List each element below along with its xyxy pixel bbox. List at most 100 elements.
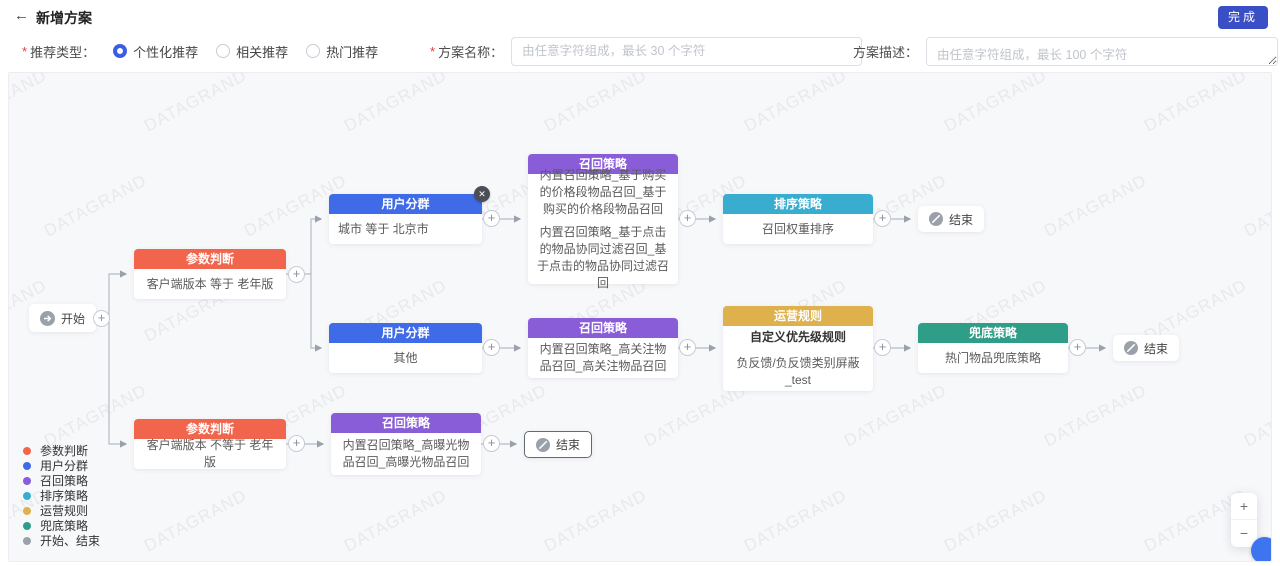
- radio-hot[interactable]: 热门推荐: [306, 42, 378, 61]
- node-title: 召回策略: [331, 413, 481, 433]
- flow-node-segment-2[interactable]: 用户分群 其他: [329, 323, 482, 373]
- radio-unselected-icon[interactable]: [306, 44, 320, 58]
- top-bar: ← 新增方案 完成: [0, 0, 1280, 32]
- end-icon: [1124, 341, 1138, 355]
- flow-node-rule-1[interactable]: 运营规则 自定义优先级规则 负反馈/负反馈类别屏蔽_test: [723, 306, 873, 391]
- legend-item: 参数判断: [23, 443, 100, 458]
- radio-related[interactable]: 相关推荐: [216, 42, 288, 61]
- plan-desc-textarea[interactable]: [926, 37, 1278, 66]
- flow-node-recall-2[interactable]: 召回策略 内置召回策略_高关注物品召回_高关注物品召回: [528, 318, 678, 378]
- legend-dot: [23, 507, 31, 515]
- node-body: 客户端版本 等于 老年版: [134, 269, 286, 299]
- add-node-button[interactable]: +: [874, 339, 891, 356]
- radio-label: 个性化推荐: [133, 42, 198, 61]
- radio-unselected-icon[interactable]: [216, 44, 230, 58]
- legend-dot: [23, 447, 31, 455]
- flow-node-sort-1[interactable]: 排序策略 召回权重排序: [723, 194, 873, 244]
- rule-detail: 负反馈/负反馈类别屏蔽_test: [732, 355, 864, 389]
- plan-form: * 推荐类型： 个性化推荐 相关推荐 热门推荐 * 方案名称： 方案描述：: [0, 32, 1280, 70]
- flow-node-param-2[interactable]: 参数判断 客户端版本 不等于 老年版: [134, 419, 286, 469]
- add-node-button[interactable]: +: [483, 435, 500, 452]
- node-title: 排序策略: [723, 194, 873, 214]
- done-button[interactable]: 完成: [1218, 6, 1268, 29]
- add-node-button[interactable]: +: [679, 339, 696, 356]
- end-label: 结束: [949, 211, 973, 228]
- end-node-1[interactable]: 结束: [918, 206, 984, 232]
- node-body: 客户端版本 不等于 老年版: [134, 439, 286, 469]
- radio-personalized[interactable]: 个性化推荐: [113, 42, 198, 61]
- start-node[interactable]: 开始: [29, 304, 96, 332]
- legend-item: 召回策略: [23, 473, 100, 488]
- node-title: 兜底策略: [918, 323, 1068, 343]
- plan-name-group: * 方案名称：: [430, 32, 862, 70]
- legend-item: 兜底策略: [23, 518, 100, 533]
- start-icon: [40, 311, 55, 326]
- node-body: 内置召回策略_高曝光物品召回_高曝光物品召回: [331, 433, 481, 475]
- add-node-button[interactable]: +: [483, 210, 500, 227]
- radio-label: 热门推荐: [326, 42, 378, 61]
- floating-assistant-button[interactable]: [1251, 537, 1272, 562]
- back-icon[interactable]: ←: [14, 7, 29, 24]
- add-node-button[interactable]: +: [1069, 339, 1086, 356]
- required-mark: *: [22, 44, 27, 59]
- plan-name-input[interactable]: [511, 37, 862, 66]
- legend-dot: [23, 537, 31, 545]
- end-icon: [929, 212, 943, 226]
- add-node-button[interactable]: +: [679, 210, 696, 227]
- add-node-button[interactable]: +: [483, 339, 500, 356]
- node-body: 召回权重排序: [723, 214, 873, 244]
- page-title: 新增方案: [36, 8, 92, 28]
- zoom-in-button[interactable]: +: [1231, 493, 1257, 520]
- node-body: 其他: [329, 343, 482, 373]
- legend-item: 开始、结束: [23, 533, 100, 548]
- add-node-button[interactable]: +: [93, 310, 110, 327]
- legend-dot: [23, 477, 31, 485]
- node-title: 用户分群: [329, 194, 482, 214]
- node-body: 自定义优先级规则 负反馈/负反馈类别屏蔽_test: [723, 326, 873, 391]
- recall-rule: 内置召回策略_基于购买的价格段物品召回_基于购买的价格段物品召回: [537, 167, 669, 218]
- rule-name: 自定义优先级规则: [750, 329, 846, 346]
- node-title: 用户分群: [329, 323, 482, 343]
- node-type-legend: 参数判断 用户分群 召回策略 排序策略 运营规则 兜底策略 开始、结束: [23, 443, 100, 548]
- zoom-control: + −: [1231, 493, 1257, 547]
- end-icon: [536, 438, 550, 452]
- plan-desc-group: 方案描述：: [853, 32, 1278, 70]
- radio-selected-icon[interactable]: [113, 44, 127, 58]
- required-mark: *: [430, 44, 435, 59]
- start-label: 开始: [61, 310, 85, 327]
- flow-node-recall-3[interactable]: 召回策略 内置召回策略_高曝光物品召回_高曝光物品召回: [331, 413, 481, 475]
- end-node-3[interactable]: 结束: [524, 431, 592, 458]
- legend-dot: [23, 462, 31, 470]
- recommend-type-group: * 推荐类型： 个性化推荐 相关推荐 热门推荐: [22, 32, 378, 70]
- node-body: 内置召回策略_高关注物品召回_高关注物品召回: [528, 338, 678, 378]
- node-body: 内置召回策略_基于购买的价格段物品召回_基于购买的价格段物品召回 内置召回策略_…: [528, 174, 678, 284]
- legend-dot: [23, 492, 31, 500]
- add-node-button[interactable]: +: [874, 210, 891, 227]
- flow-node-param-1[interactable]: 参数判断 客户端版本 等于 老年版: [134, 249, 286, 299]
- flow-canvas[interactable]: DATAGRANDDATAGRANDDATAGRANDDATAGRANDDATA…: [8, 72, 1272, 562]
- legend-item: 用户分群: [23, 458, 100, 473]
- end-node-2[interactable]: 结束: [1113, 335, 1179, 361]
- recall-rule: 内置召回策略_基于点击的物品协同过滤召回_基于点击的物品协同过滤召回: [537, 224, 669, 292]
- node-body: 热门物品兜底策略: [918, 343, 1068, 373]
- legend-label: 开始、结束: [40, 532, 100, 549]
- end-label: 结束: [1144, 340, 1168, 357]
- radio-label: 相关推荐: [236, 42, 288, 61]
- plan-desc-label: 方案描述：: [853, 42, 918, 61]
- add-node-button[interactable]: +: [288, 435, 305, 452]
- end-label: 结束: [556, 436, 580, 453]
- node-title: 召回策略: [528, 318, 678, 338]
- flow-node-segment-1[interactable]: 用户分群 城市 等于 北京市: [329, 194, 482, 244]
- node-title: 参数判断: [134, 419, 286, 439]
- legend-dot: [23, 522, 31, 530]
- add-node-button[interactable]: +: [288, 266, 305, 283]
- node-body: 城市 等于 北京市: [329, 214, 482, 244]
- close-icon[interactable]: ✕: [474, 186, 490, 202]
- node-title: 运营规则: [723, 306, 873, 326]
- legend-item: 排序策略: [23, 488, 100, 503]
- node-title: 参数判断: [134, 249, 286, 269]
- legend-item: 运营规则: [23, 503, 100, 518]
- flow-node-recall-1[interactable]: 召回策略 内置召回策略_基于购买的价格段物品召回_基于购买的价格段物品召回 内置…: [528, 154, 678, 284]
- flow-node-fallback-1[interactable]: 兜底策略 热门物品兜底策略: [918, 323, 1068, 373]
- plan-name-label: 方案名称：: [438, 42, 503, 61]
